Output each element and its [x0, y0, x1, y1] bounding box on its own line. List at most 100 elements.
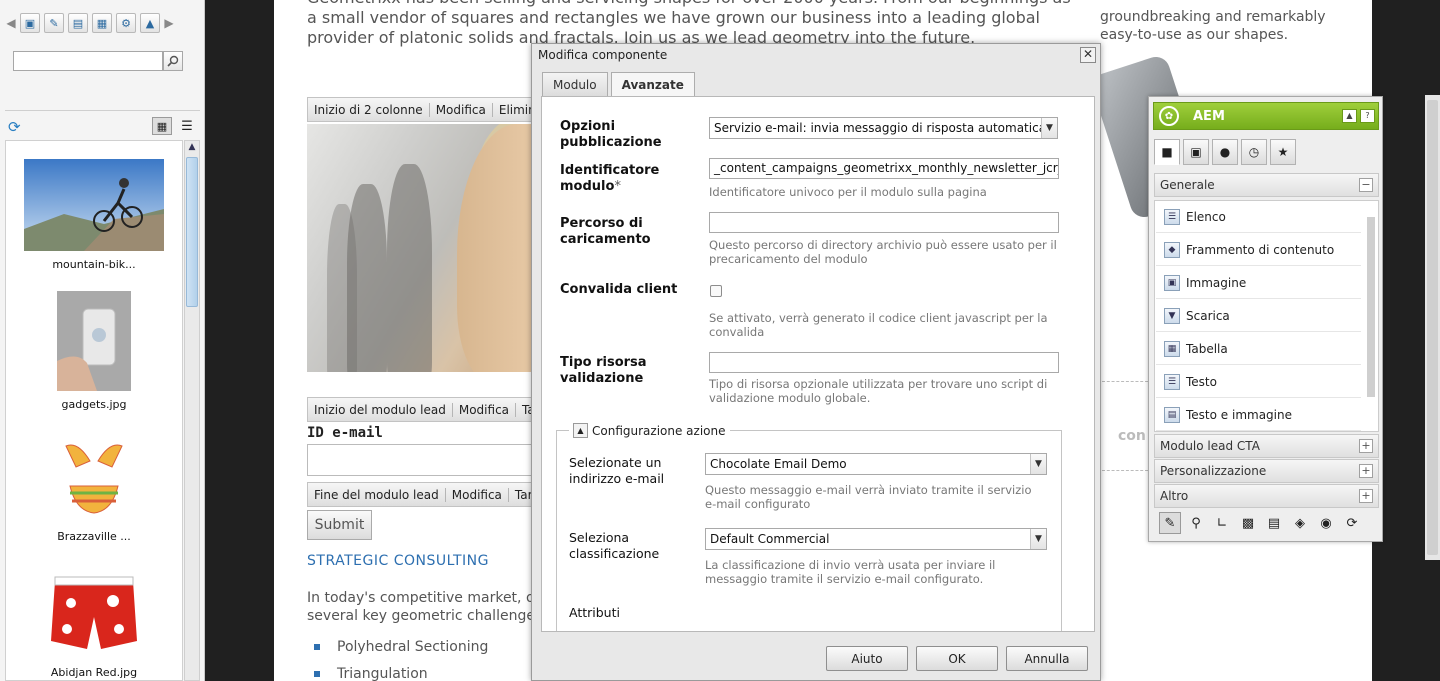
convalida-checkbox[interactable] — [710, 285, 722, 297]
chart-icon[interactable]: ▩ — [1237, 512, 1259, 534]
ruler-icon[interactable]: ∟ — [1211, 512, 1233, 534]
group-generale[interactable]: Generale − — [1154, 173, 1379, 197]
dialog-body: Opzioni pubblicazione Servizio e-mail: i… — [541, 96, 1095, 632]
page-icon[interactable]: ▤ — [1263, 512, 1285, 534]
list-view-icon[interactable]: ☰ — [177, 117, 197, 135]
forward-arrow-icon[interactable]: ▶ — [164, 16, 174, 30]
scroll-thumb[interactable] — [1367, 217, 1375, 397]
grid-view-icon[interactable]: ▦ — [152, 117, 172, 135]
plus-icon[interactable]: + — [1359, 464, 1373, 478]
refresh-icon[interactable]: ⟳ — [8, 118, 21, 136]
close-icon[interactable]: ✕ — [1080, 47, 1096, 63]
submit-button[interactable]: Submit — [307, 510, 372, 540]
page-scrollbar[interactable] — [1425, 95, 1440, 560]
component-item[interactable]: ◆ Frammento di contenuto — [1156, 234, 1361, 266]
tipo-input[interactable] — [709, 352, 1059, 373]
design-icon[interactable]: ◈ — [1289, 512, 1311, 534]
document-icon[interactable]: ▤ — [68, 13, 88, 33]
layout-icon[interactable]: ▦ — [92, 13, 112, 33]
component-item[interactable]: ▤ Testo e immagine — [1156, 399, 1361, 431]
asset-toolbar: ◀ ▣ ✎ ▤ ▦ ⚙ ▲ ▶ — [0, 10, 205, 36]
component-scrollbar[interactable] — [1366, 203, 1376, 429]
email-select-help: Questo messaggio e-mail verrà inviato tr… — [705, 483, 1032, 511]
edit-icon[interactable]: ✎ — [44, 13, 64, 33]
asset-item[interactable]: Brazzaville ... — [6, 431, 182, 543]
percorso-input[interactable] — [709, 212, 1059, 233]
edit-button[interactable]: Modifica — [430, 102, 493, 117]
editbar-columns[interactable]: Inizio di 2 colonne Modifica Elimina — [307, 97, 533, 122]
help-button[interactable]: Aiuto — [826, 646, 908, 671]
lock-icon[interactable]: ● — [1212, 139, 1238, 165]
asset-item[interactable]: gadgets.jpg — [6, 291, 182, 411]
edit-button[interactable]: Modifica — [453, 402, 517, 417]
editbar-lead-end[interactable]: Fine del modulo lead Modifica Target — [307, 482, 533, 507]
email-select-value: Chocolate Email Demo — [710, 457, 847, 471]
chevron-down-icon[interactable]: ▼ — [1030, 529, 1046, 549]
export-icon[interactable]: ▲ — [140, 13, 160, 33]
help-icon[interactable]: ? — [1360, 109, 1375, 123]
list-item: Triangulation — [314, 666, 428, 681]
page-icon[interactable]: ▣ — [1183, 139, 1209, 165]
plus-icon[interactable]: + — [1359, 489, 1373, 503]
class-select-value: Default Commercial — [710, 532, 830, 546]
intro-paragraph: Geometrixx has been selling and servicin… — [307, 0, 1077, 48]
cancel-button[interactable]: Annulla — [1006, 646, 1088, 671]
scroll-thumb[interactable] — [186, 157, 198, 307]
identificatore-input[interactable]: _content_campaigns_geometrixx_monthly_ne… — [709, 158, 1059, 179]
asset-item[interactable]: mountain-bik... — [6, 159, 182, 271]
sidekick-header[interactable]: ✿ AEM ▲ ? — [1153, 102, 1379, 130]
asset-list: mountain-bik... gadgets.jpg Brazzaville … — [5, 140, 183, 681]
opzioni-select[interactable]: Servizio e-mail: invia messaggio di risp… — [709, 117, 1058, 139]
ok-button[interactable]: OK — [916, 646, 998, 671]
chevron-down-icon[interactable]: ▼ — [1030, 454, 1046, 474]
asset-scrollbar[interactable]: ▲ — [184, 140, 200, 681]
workflow-icon[interactable]: ★ — [1270, 139, 1296, 165]
right-paragraph: groundbreaking and remarkably easy-to-us… — [1100, 8, 1350, 44]
sidekick-tabs: ■ ▣ ● ◷ ★ — [1154, 139, 1296, 165]
collapse-icon[interactable]: ▲ — [1342, 109, 1357, 123]
clock-icon[interactable]: ◷ — [1241, 139, 1267, 165]
tab-modulo[interactable]: Modulo — [542, 72, 608, 96]
component-label: Immagine — [1186, 275, 1247, 290]
component-item[interactable]: ▼ Scarica — [1156, 300, 1361, 332]
settings-icon[interactable]: ⚙ — [116, 13, 136, 33]
component-item[interactable]: ☰ Elenco — [1156, 201, 1361, 233]
target-button[interactable]: Target — [509, 488, 532, 502]
scroll-thumb[interactable] — [1427, 100, 1438, 555]
search-input[interactable] — [13, 51, 163, 71]
convalida-label: Convalida client — [560, 282, 678, 297]
hero-image[interactable] — [307, 124, 533, 372]
delete-button[interactable]: Elimina — [493, 103, 532, 117]
collapse-icon[interactable]: ▲ — [573, 423, 588, 438]
components-icon[interactable]: ■ — [1154, 139, 1180, 165]
edit-component-dialog: Modifica componente ✕ Modulo Avanzate Op… — [531, 43, 1101, 681]
group-personalizzazione[interactable]: Personalizzazione + — [1154, 459, 1379, 483]
edit-button[interactable]: Modifica — [446, 487, 509, 502]
component-item[interactable]: ▦ Tabella — [1156, 333, 1361, 365]
magnifier-icon[interactable]: ⚲ — [1185, 512, 1207, 534]
pencil-icon[interactable]: ✎ — [1159, 512, 1181, 534]
email-field[interactable] — [307, 444, 533, 476]
image-icon: ▣ — [1164, 274, 1180, 291]
class-select[interactable]: Default Commercial ▼ — [705, 528, 1047, 550]
scroll-up-icon[interactable]: ▲ — [186, 142, 198, 155]
component-item[interactable]: ☰ Testo — [1156, 366, 1361, 398]
email-select[interactable]: Chocolate Email Demo ▼ — [705, 453, 1047, 475]
group-modulo-lead[interactable]: Modulo lead CTA + — [1154, 434, 1379, 458]
refresh-icon[interactable]: ⟳ — [1341, 512, 1363, 534]
search-icon[interactable] — [163, 51, 183, 71]
minus-icon[interactable]: − — [1359, 178, 1373, 192]
tab-avanzate[interactable]: Avanzate — [610, 72, 695, 97]
sidekick-footer: ✎ ⚲ ∟ ▩ ▤ ◈ ◉ ⟳ — [1154, 509, 1379, 537]
identificatore-help: Identificatore univoco per il modulo sul… — [709, 185, 987, 199]
back-arrow-icon[interactable]: ◀ — [6, 16, 16, 30]
asset-item[interactable]: Abidjan Red.jpg — [6, 571, 182, 679]
group-altro[interactable]: Altro + — [1154, 484, 1379, 508]
chevron-down-icon[interactable]: ▼ — [1041, 118, 1057, 138]
component-item[interactable]: ▣ Immagine — [1156, 267, 1361, 299]
globe-icon[interactable]: ◉ — [1315, 512, 1337, 534]
plus-icon[interactable]: + — [1359, 439, 1373, 453]
asset-label: mountain-bik... — [52, 258, 136, 271]
image-icon[interactable]: ▣ — [20, 13, 40, 33]
editbar-lead-start[interactable]: Inizio del modulo lead Modifica Target — [307, 397, 533, 422]
